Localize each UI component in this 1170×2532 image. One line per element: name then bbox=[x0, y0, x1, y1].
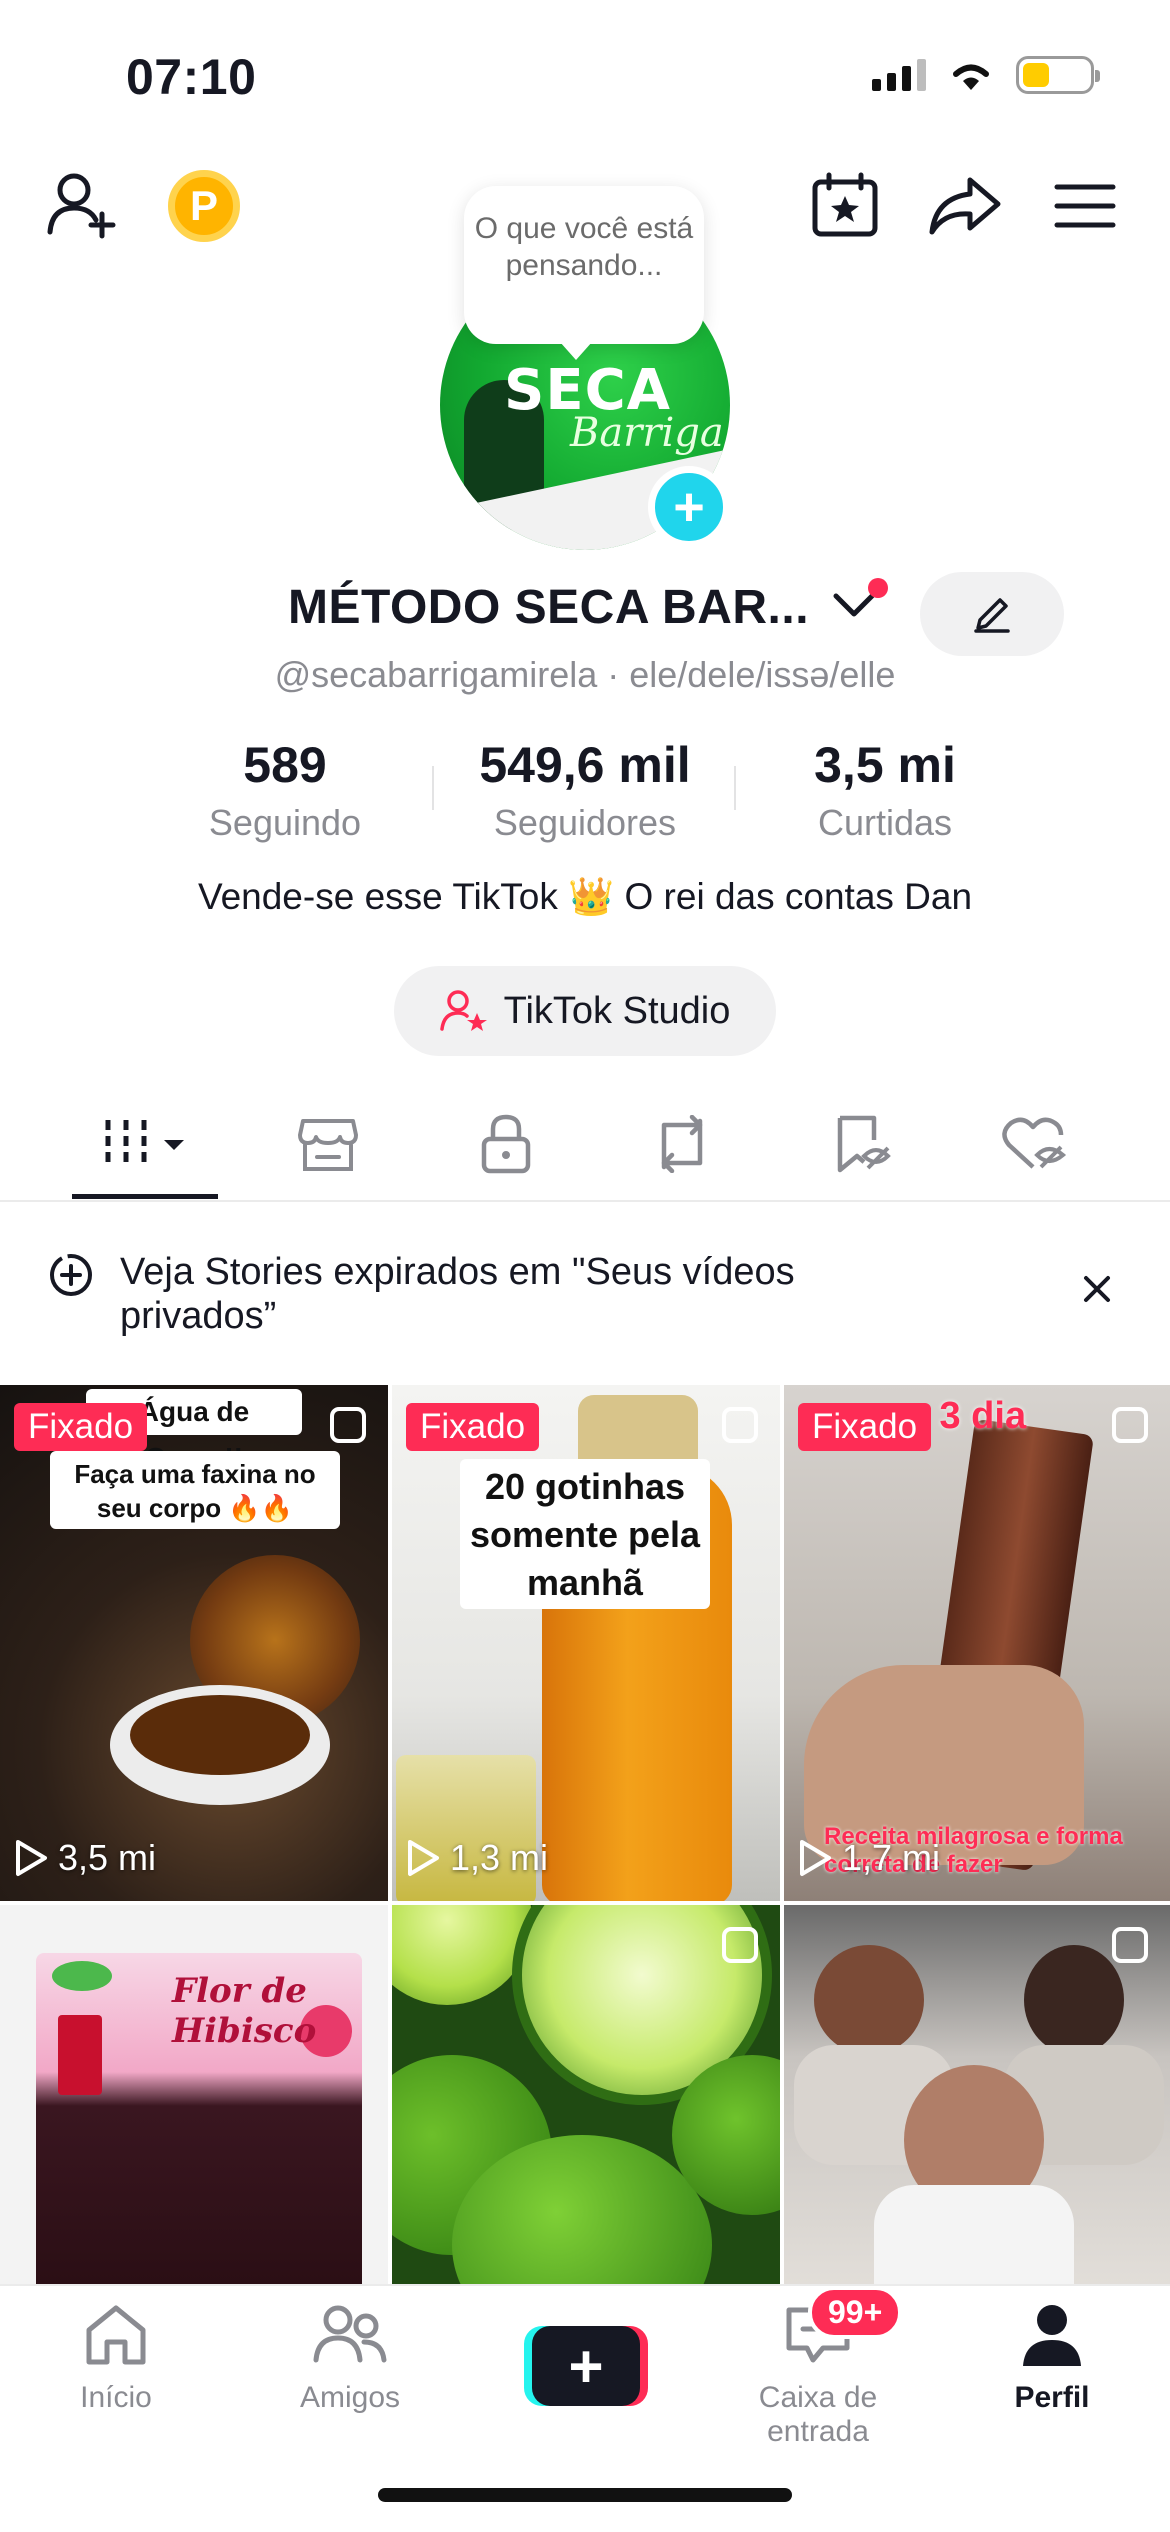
view-count: 1,3 mi bbox=[406, 1837, 548, 1879]
tab-favorites[interactable] bbox=[792, 1104, 932, 1184]
friends-icon bbox=[313, 2305, 387, 2363]
plus-icon: + bbox=[532, 2326, 640, 2406]
view-count-text: 1,3 mi bbox=[450, 1837, 549, 1878]
select-checkbox[interactable] bbox=[1112, 1927, 1148, 1963]
stat-likes[interactable]: 3,5 mi Curtidas bbox=[780, 736, 990, 844]
menu-icon[interactable] bbox=[1054, 182, 1116, 230]
shop-icon bbox=[298, 1119, 358, 1171]
play-icon bbox=[16, 1840, 47, 1876]
status-time: 07:10 bbox=[126, 49, 257, 105]
battery-icon bbox=[1016, 56, 1100, 94]
select-checkbox[interactable] bbox=[330, 1407, 366, 1443]
video-caption: Flor de Hibisco bbox=[172, 1971, 317, 2051]
pinned-badge: Fixado bbox=[406, 1403, 540, 1451]
avatar-logo-script: Barriga bbox=[570, 410, 724, 456]
lock-icon bbox=[481, 1114, 531, 1174]
tiktok-studio-label: TikTok Studio bbox=[503, 989, 731, 1032]
pinned-badge: Fixado bbox=[14, 1403, 148, 1451]
nav-label: Caixa de entrada bbox=[758, 2381, 878, 2448]
view-count: 3,5 mi bbox=[14, 1837, 156, 1879]
stat-value: 3,5 mi bbox=[814, 737, 956, 793]
video-caption: 20 gotinhas somente pela manhã bbox=[460, 1459, 710, 1609]
notification-dot bbox=[868, 578, 888, 598]
profile-handle: @secabarrigamirela · ele/dele/issə/elle bbox=[274, 654, 896, 695]
view-count-text: 3,5 mi bbox=[58, 1837, 157, 1878]
profile-name: MÉTODO SECA BAR... bbox=[288, 581, 810, 634]
stat-followers[interactable]: 549,6 mil Seguidores bbox=[440, 736, 730, 844]
select-checkbox[interactable] bbox=[1112, 1407, 1148, 1443]
close-icon[interactable] bbox=[1082, 1274, 1112, 1304]
tab-private[interactable] bbox=[436, 1104, 576, 1184]
stat-divider bbox=[734, 766, 736, 810]
nav-home[interactable]: Início bbox=[6, 2302, 226, 2415]
play-icon bbox=[800, 1840, 831, 1876]
video-thumbnail[interactable] bbox=[784, 1905, 1170, 2285]
expired-stories-banner[interactable]: Veja Stories expirados em "Seus vídeos p… bbox=[0, 1202, 1170, 1384]
stat-value: 549,6 mil bbox=[479, 737, 691, 793]
profile-name-row: MÉTODO SECA BAR... bbox=[0, 572, 1170, 656]
stories-banner-text: Veja Stories expirados em "Seus vídeos p… bbox=[120, 1251, 795, 1337]
profile-stats: 589 Seguindo 549,6 mil Seguidores 3,5 mi… bbox=[0, 736, 1170, 846]
person-star-icon bbox=[439, 990, 487, 1031]
stat-label: Seguidores bbox=[493, 802, 677, 843]
chevron-down-icon[interactable] bbox=[832, 590, 876, 620]
cellular-signal-icon bbox=[872, 59, 926, 91]
nav-profile[interactable]: Perfil bbox=[942, 2302, 1162, 2415]
profile-icon bbox=[1023, 2305, 1081, 2366]
video-thumbnail[interactable]: 20 gotinhas somente pela manhã Fixado 1,… bbox=[392, 1385, 780, 1901]
tab-reposts[interactable] bbox=[612, 1104, 752, 1184]
tiktok-studio-button[interactable]: TikTok Studio bbox=[394, 966, 776, 1056]
add-story-plus-icon[interactable]: + bbox=[648, 466, 730, 548]
videos-grid-icon bbox=[105, 1120, 184, 1168]
status-icons bbox=[872, 56, 1100, 94]
tab-shop[interactable] bbox=[258, 1104, 398, 1184]
stat-label: Seguindo bbox=[208, 802, 362, 843]
video-caption: Faça uma faxina no seu corpo 🔥🔥 bbox=[50, 1451, 340, 1529]
view-count-text: 1,7 mi bbox=[842, 1837, 941, 1878]
tab-videos[interactable] bbox=[78, 1104, 218, 1184]
video-thumbnail[interactable]: Flor de Hibisco bbox=[0, 1905, 388, 2285]
nav-label: Amigos bbox=[299, 2381, 401, 2414]
pencil-icon bbox=[974, 598, 1010, 633]
stat-value: 589 bbox=[243, 737, 327, 793]
repost-icon bbox=[661, 1115, 703, 1173]
nav-label: Perfil bbox=[1014, 2381, 1090, 2414]
thought-bubble[interactable]: O que você está pensando... bbox=[464, 186, 704, 360]
nav-label: Início bbox=[80, 2381, 152, 2414]
edit-profile-button[interactable] bbox=[920, 572, 1064, 656]
video-thumbnail[interactable] bbox=[392, 1905, 780, 2285]
heart-hidden-icon bbox=[1002, 1117, 1067, 1169]
play-icon bbox=[408, 1840, 439, 1876]
content-tabs bbox=[0, 1104, 1170, 1204]
wifi-icon bbox=[953, 64, 989, 90]
pinned-badge: Fixado bbox=[798, 1403, 932, 1451]
video-thumbnail[interactable]: Água de Cravo!! Faça uma faxina no seu c… bbox=[0, 1385, 388, 1901]
create-button[interactable]: + bbox=[524, 2326, 648, 2406]
stat-divider bbox=[432, 766, 434, 810]
share-icon[interactable] bbox=[928, 176, 1002, 236]
inbox-badge: 99+ bbox=[808, 2286, 903, 2339]
nav-friends[interactable]: Amigos bbox=[240, 2302, 460, 2415]
story-plus-icon bbox=[50, 1254, 92, 1296]
video-thumbnail[interactable]: em 3 dia Receita milagrosa e forma corre… bbox=[784, 1385, 1170, 1901]
home-indicator bbox=[378, 2488, 792, 2502]
video-grid: Água de Cravo!! Faça uma faxina no seu c… bbox=[0, 1385, 1170, 2285]
stat-following[interactable]: 589 Seguindo bbox=[180, 736, 390, 844]
home-icon bbox=[86, 2305, 146, 2365]
bookmark-hidden-icon bbox=[837, 1115, 891, 1173]
add-friend-icon[interactable] bbox=[46, 170, 120, 240]
tab-liked[interactable] bbox=[964, 1104, 1104, 1184]
select-checkbox[interactable] bbox=[722, 1927, 758, 1963]
profile-bio: Vende-se esse TikTok 👑 O rei das contas … bbox=[197, 876, 973, 917]
calendar-star-icon[interactable] bbox=[810, 172, 880, 238]
stat-label: Curtidas bbox=[817, 802, 953, 843]
coin-points-icon[interactable]: P bbox=[168, 170, 240, 242]
select-checkbox[interactable] bbox=[722, 1407, 758, 1443]
view-count: 1,7 mi bbox=[798, 1837, 940, 1879]
active-tab-indicator bbox=[72, 1194, 218, 1199]
